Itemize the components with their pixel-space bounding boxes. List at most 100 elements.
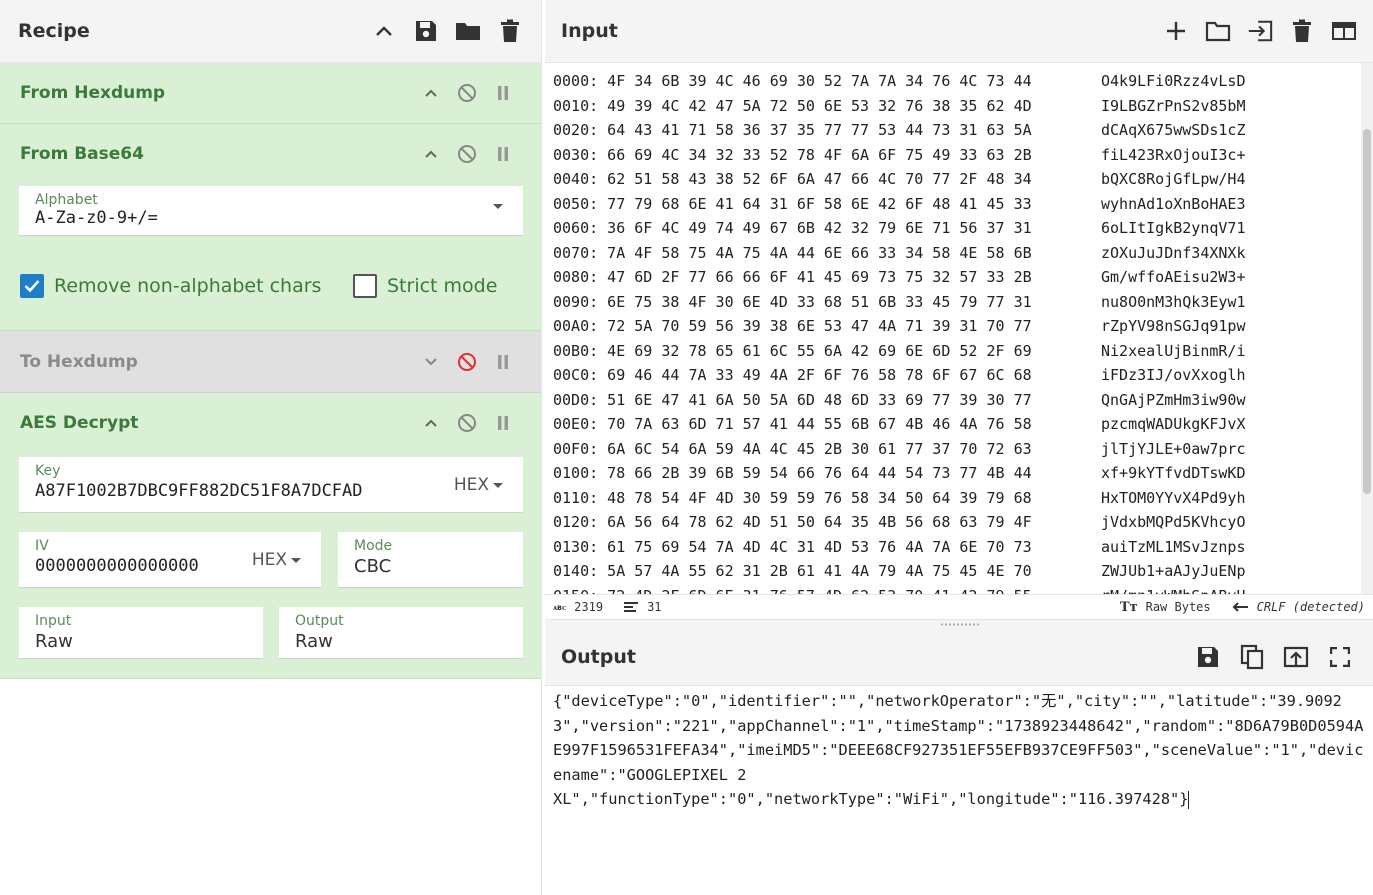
iv-format-dropdown[interactable]: HEX <box>252 550 301 570</box>
mode-select[interactable]: Mode CBC <box>338 532 523 588</box>
pause-icon[interactable] <box>493 83 513 103</box>
key-format-value: HEX <box>453 475 489 495</box>
iv-field[interactable]: IV 0000000000000000 HEX <box>19 532 321 588</box>
save-icon[interactable] <box>1195 644 1221 670</box>
op-title: From Base64 <box>20 144 144 164</box>
iv-label: IV <box>35 538 49 554</box>
hex-ascii: O4k9LFi0Rzz4vLsD <box>1101 72 1246 90</box>
input-pane: Input 0000: 4F 34 6B 39 4C 46 69 30 52 7… <box>545 0 1373 620</box>
alphabet-value: A-Za-z0-9+/= <box>35 208 158 228</box>
key-field[interactable]: Key A87F1002B7DBC9FF882DC51F8A7DCFAD HEX <box>19 457 523 513</box>
iv-value: 0000000000000000 <box>35 556 199 576</box>
hex-row: 00F0: 6A 6C 54 6A 59 4A 4C 45 2B 30 61 7… <box>553 437 1361 462</box>
disable-icon[interactable] <box>457 83 477 103</box>
hex-bytes: 00C0: 69 46 44 7A 33 49 4A 2F 6F 76 58 7… <box>553 366 1032 384</box>
hex-bytes: 00E0: 70 7A 63 6D 71 57 41 44 55 6B 67 4… <box>553 415 1032 433</box>
input-format-value: Raw <box>35 631 73 652</box>
output-pane: Output {"deviceType":"0","identifier":""… <box>545 629 1373 895</box>
hex-bytes: 0040: 62 51 58 43 38 52 6F 6A 47 66 4C 7… <box>553 170 1032 188</box>
op-aes-decrypt: AES Decrypt Key A87F1002B7DBC9FF882DC51F… <box>0 393 541 679</box>
hex-row: 0130: 61 75 69 54 7A 4D 4C 31 4D 53 76 4… <box>553 535 1361 560</box>
hex-row: 0040: 62 51 58 43 38 52 6F 6A 47 66 4C 7… <box>553 167 1361 192</box>
chevron-down-icon[interactable] <box>493 204 503 209</box>
save-icon[interactable] <box>413 18 439 44</box>
disable-icon[interactable] <box>457 144 477 164</box>
op-title: From Hexdump <box>20 83 166 103</box>
remove-nonalpha-checkbox[interactable]: Remove non-alphabet chars <box>20 274 353 298</box>
chevron-up-icon[interactable] <box>421 413 441 433</box>
hex-ascii: auiTzML1MSvJznps <box>1101 537 1246 556</box>
hex-row: 0030: 66 69 4C 34 32 33 52 78 4F 6A 6F 7… <box>553 143 1361 168</box>
strict-mode-checkbox[interactable]: Strict mode <box>353 274 497 298</box>
output-text[interactable]: {"deviceType":"0","identifier":"","netwo… <box>545 689 1373 812</box>
text-format-icon: Tт <box>1119 599 1138 615</box>
hex-ascii: I9LBGZrPnS2v85bM <box>1101 96 1246 115</box>
pause-icon[interactable] <box>493 413 513 433</box>
hex-row: 0060: 36 6F 4C 49 74 49 67 6B 42 32 79 6… <box>553 216 1361 241</box>
line-count: 31 <box>647 600 662 614</box>
hex-bytes: 0110: 48 78 54 4F 4D 30 59 59 76 58 34 5… <box>553 488 1032 507</box>
lines-icon <box>624 602 639 612</box>
hex-ascii: wyhnAd1oXnBoHAE3 <box>1101 194 1246 213</box>
hex-ascii: fiL423RxOjouI3c+ <box>1101 145 1246 164</box>
chevron-up-icon[interactable] <box>371 18 397 44</box>
hex-ascii: nu8O0nM3hQk3Eyw1 <box>1101 292 1246 311</box>
hex-bytes: 0150: 72 4D 2F 6D 6E 31 76 57 4D 62 53 7… <box>553 584 1101 595</box>
eol-selector[interactable]: CRLF (detected) <box>1231 600 1365 614</box>
upload-icon[interactable] <box>1283 644 1309 670</box>
pause-icon[interactable] <box>493 144 513 164</box>
hex-ascii: Gm/wffoAEisu2W3+ <box>1101 268 1246 286</box>
insert-icon[interactable] <box>1247 18 1273 44</box>
trash-icon[interactable] <box>1289 18 1315 44</box>
chevron-down-icon[interactable] <box>421 352 441 372</box>
chevron-up-icon[interactable] <box>421 83 441 103</box>
key-format-dropdown[interactable]: HEX <box>454 475 503 495</box>
hex-row: 00A0: 72 5A 70 59 56 39 38 6E 53 47 4A 7… <box>553 314 1361 339</box>
hex-row: 00E0: 70 7A 63 6D 71 57 41 44 55 6B 67 4… <box>553 412 1361 437</box>
hex-ascii: rM/mn1vWMbSpAByU <box>1101 584 1246 595</box>
hex-bytes: 0140: 5A 57 4A 55 62 31 2B 61 41 4A 79 4… <box>553 562 1032 580</box>
hex-ascii: jVdxbMQPd5KVhcyO <box>1101 513 1246 531</box>
key-label: Key <box>35 463 61 479</box>
input-textarea[interactable]: 0000: 4F 34 6B 39 4C 46 69 30 52 7A 7A 3… <box>545 63 1361 594</box>
open-folder-icon[interactable] <box>1205 18 1231 44</box>
layout-icon[interactable] <box>1331 18 1357 44</box>
disable-icon[interactable] <box>457 413 477 433</box>
output-format-select[interactable]: Output Raw <box>279 607 523 659</box>
hex-bytes: 0030: 66 69 4C 34 32 33 52 78 4F 6A 6F 7… <box>553 145 1032 164</box>
input-format-select[interactable]: Input Raw <box>19 607 263 659</box>
checkmark-icon <box>20 274 44 298</box>
alphabet-select[interactable]: Alphabet A-Za-z0-9+/= <box>19 186 523 236</box>
pause-icon[interactable] <box>493 352 513 372</box>
output-header: Output <box>545 629 1373 686</box>
hex-row: 0100: 78 66 2B 39 6B 59 54 66 76 64 44 5… <box>553 461 1361 486</box>
disable-icon[interactable] <box>457 352 477 372</box>
encoding-selector[interactable]: Tт Raw Bytes <box>1120 600 1211 615</box>
chevron-up-icon[interactable] <box>421 144 441 164</box>
hex-ascii: dCAqX675wwSDs1cZ <box>1101 121 1246 139</box>
hex-ascii: QnGAjPZmHm3iw90w <box>1101 390 1246 409</box>
folder-icon[interactable] <box>455 18 481 44</box>
input-header: Input <box>545 0 1373 63</box>
trash-icon[interactable] <box>497 18 523 44</box>
char-count: 2319 <box>574 600 604 614</box>
hex-bytes: 0090: 6E 75 38 4F 30 6E 4D 33 68 51 6B 3… <box>553 292 1032 311</box>
eol-label: CRLF (detected) <box>1256 600 1365 614</box>
input-title: Input <box>561 20 618 42</box>
hex-row: 0000: 4F 34 6B 39 4C 46 69 30 52 7A 7A 3… <box>553 69 1361 94</box>
hex-ascii: jlTjYJLE+0aw7prc <box>1101 439 1246 458</box>
hex-bytes: 00F0: 6A 6C 54 6A 59 4A 4C 45 2B 30 61 7… <box>553 439 1032 458</box>
copy-icon[interactable] <box>1239 644 1265 670</box>
op-title: AES Decrypt <box>20 413 139 433</box>
input-scrollbar[interactable] <box>1361 63 1373 594</box>
scroll-thumb[interactable] <box>1363 129 1371 494</box>
fullscreen-icon[interactable] <box>1327 644 1353 670</box>
io-splitter[interactable] <box>545 620 1373 629</box>
input-status-bar: ᴀʙᴄ 2319 31 Tт Raw Bytes CRLF (detected) <box>545 594 1373 620</box>
hex-ascii: pzcmqWADUkgKFJvX <box>1101 415 1246 433</box>
hex-bytes: 0100: 78 66 2B 39 6B 59 54 66 76 64 44 5… <box>553 464 1032 482</box>
hex-row: 00D0: 51 6E 47 41 6A 50 5A 6D 48 6D 33 6… <box>553 388 1361 413</box>
caret-down-icon <box>291 557 301 563</box>
plus-icon[interactable] <box>1163 18 1189 44</box>
caret-down-icon <box>493 482 503 488</box>
